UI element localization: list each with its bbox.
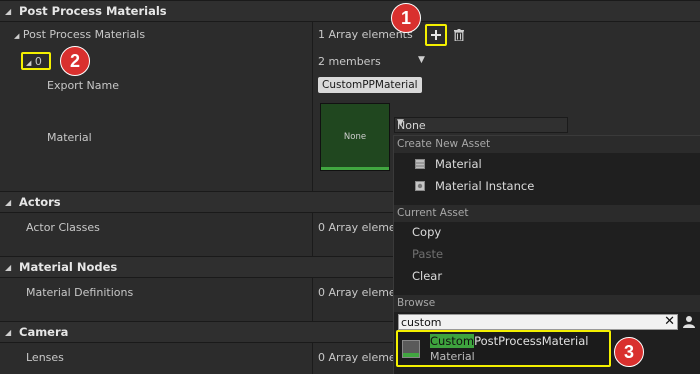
section-title: Camera	[19, 325, 69, 339]
material-instance-icon	[415, 181, 425, 191]
collapse-arrow-icon: ◢	[5, 197, 12, 207]
collapse-arrow-icon: ◢	[5, 327, 12, 337]
chevron-down-icon[interactable]: ▼	[418, 55, 425, 65]
asset-search-input[interactable]	[401, 315, 651, 329]
column-divider	[312, 22, 313, 191]
material-definitions-label: Material Definitions	[26, 286, 134, 299]
menu-item-copy[interactable]: Copy	[412, 225, 441, 239]
thumbnail-text: None	[343, 132, 367, 142]
highlight-box-add	[425, 24, 447, 46]
section-title: Material Nodes	[19, 260, 118, 274]
highlight-box-index	[21, 52, 51, 70]
export-name-value[interactable]: CustomPPMaterial	[318, 77, 422, 93]
menu-item-material-instance[interactable]: Material Instance	[435, 179, 534, 193]
expand-arrow-icon: ◢	[14, 32, 20, 40]
chevron-down-icon: ▼	[397, 118, 404, 128]
user-icon[interactable]	[683, 315, 695, 328]
menu-header-browse: Browse	[394, 295, 700, 312]
collapse-arrow-icon: ◢	[5, 262, 12, 272]
trash-icon	[454, 29, 464, 41]
menu-item-paste[interactable]: Paste	[412, 247, 443, 261]
menu-header-current: Current Asset	[394, 205, 700, 222]
menu-item-material[interactable]: Material	[435, 157, 482, 171]
material-asset-combo[interactable]: None ▼	[394, 117, 568, 133]
delete-all-button[interactable]	[452, 27, 466, 43]
highlight-box-result	[396, 330, 611, 367]
section-title: Actors	[19, 195, 61, 209]
actor-classes-label: Actor Classes	[26, 221, 100, 234]
section-title: Post Process Materials	[19, 4, 167, 18]
menu-header-create: Create New Asset	[394, 136, 700, 153]
callout-badge-2: 2	[60, 46, 90, 76]
column-divider	[312, 343, 313, 374]
ppm-row-label[interactable]: ◢ Post Process Materials	[14, 28, 145, 41]
menu-item-clear[interactable]: Clear	[412, 269, 442, 283]
asset-search-field[interactable]: ✕	[398, 314, 678, 330]
callout-badge-3: 3	[614, 337, 644, 367]
members-value: 2 members	[318, 55, 381, 68]
material-label: Material	[47, 131, 92, 144]
ppm-label-text: Post Process Materials	[22, 28, 146, 41]
section-post-process-materials[interactable]: ◢ Post Process Materials	[0, 0, 700, 22]
callout-badge-1: 1	[391, 3, 421, 33]
material-thumbnail[interactable]: None	[320, 103, 390, 171]
lenses-label: Lenses	[26, 351, 64, 364]
material-icon	[415, 159, 425, 169]
column-divider	[312, 278, 313, 321]
export-name-label: Export Name	[47, 79, 119, 92]
column-divider	[312, 213, 313, 256]
collapse-arrow-icon: ◢	[5, 6, 12, 16]
close-icon[interactable]: ✕	[664, 314, 675, 329]
